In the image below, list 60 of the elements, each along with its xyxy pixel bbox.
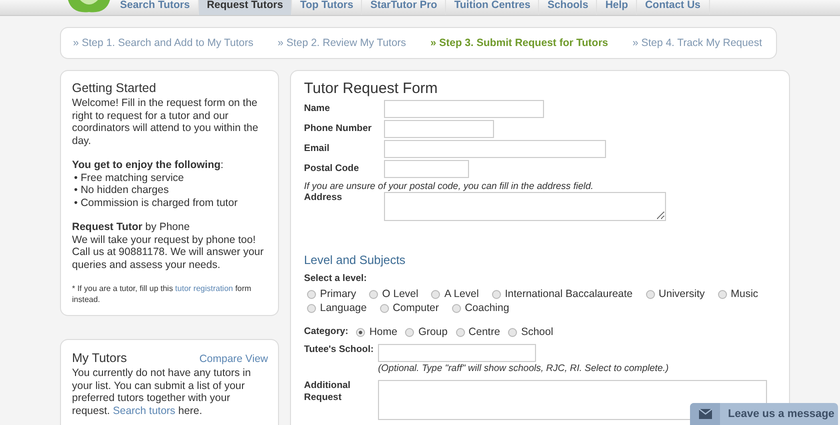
address-field[interactable] xyxy=(384,192,666,221)
category-option[interactable]: Group xyxy=(405,326,448,338)
category-label: Category: xyxy=(304,326,348,338)
school-hint: (Optional. Type "raff" will show schools, RJC, RI. Select to complete.) xyxy=(378,363,669,374)
nav-tab[interactable]: Request Tutors xyxy=(198,0,292,15)
nav-tab[interactable]: Tuition Centres xyxy=(446,0,540,15)
nav-tab[interactable]: StarTutor Pro xyxy=(362,0,446,15)
level-option[interactable]: Music xyxy=(718,288,758,300)
leave-message-button[interactable]: Leave us a message xyxy=(690,403,838,425)
step-link[interactable]: » Step 2. Review My Tutors xyxy=(278,37,406,49)
compare-view-link[interactable]: Compare View xyxy=(199,353,268,365)
input-field[interactable] xyxy=(384,100,544,118)
benefit-item: • No hidden charges xyxy=(74,184,170,196)
phone-text: We will take your request by phone too! Call us at 90881178. We will answer your queries and assess your needs. xyxy=(72,234,265,271)
input-field[interactable] xyxy=(384,120,494,138)
logo-icon[interactable] xyxy=(66,0,112,14)
intro-text: Welcome! Fill in the request form on the right to request for a tutor and our coordinators will attend to you within the day. xyxy=(72,97,260,147)
level-option[interactable]: University xyxy=(646,288,705,300)
field-label: Phone Number xyxy=(304,123,373,135)
form-title: Tutor Request Form xyxy=(304,80,439,97)
nav-tab[interactable]: Contact Us xyxy=(637,0,710,15)
nav-tab[interactable]: Help xyxy=(597,0,638,15)
my-tutors-text: You currently do not have any tutors in your list. You can submit a list of your preferred tutors together with your request. Search tutors here. xyxy=(72,367,252,417)
benefits-heading: You get to enjoy the following: xyxy=(72,159,224,172)
level-option[interactable]: Computer xyxy=(380,302,439,314)
level-option[interactable]: A Level xyxy=(431,288,479,300)
category-option[interactable]: Home xyxy=(356,326,398,338)
card-title: Getting Started xyxy=(72,81,158,95)
level-option[interactable]: Language xyxy=(307,302,367,314)
input-field[interactable] xyxy=(384,140,606,158)
postal-hint: If you are unsure of your postal code, you can fill in the address field. xyxy=(304,181,594,192)
field-label: Tutee's School: xyxy=(304,344,375,356)
level-option[interactable]: International Baccalaureate xyxy=(492,288,633,300)
envelope-icon xyxy=(698,409,712,419)
category-option[interactable]: School xyxy=(508,326,554,338)
school-field[interactable] xyxy=(378,344,536,362)
level-option[interactable]: O Level xyxy=(369,288,418,300)
nav-tab[interactable]: Top Tutors xyxy=(292,0,362,15)
benefit-item: • Free matching service xyxy=(74,172,185,184)
level-option[interactable]: Coaching xyxy=(452,302,510,314)
category-option[interactable]: Centre xyxy=(456,326,500,338)
search-tutors-link[interactable]: Search tutors xyxy=(112,404,176,416)
phone-heading: Request Tutor by Phone xyxy=(72,221,191,234)
field-label: Email xyxy=(304,143,330,155)
tutor-note: * If you are a tutor, fill up this tutor registration form instead. xyxy=(72,283,252,305)
card-title: My Tutors xyxy=(72,351,127,365)
input-field[interactable] xyxy=(384,160,469,178)
field-label: Address xyxy=(304,192,344,204)
level-label: Select a level: xyxy=(304,273,368,285)
section-title: Level and Subjects xyxy=(304,253,406,267)
tutor-registration-link[interactable]: tutor registration xyxy=(175,284,233,293)
field-label: Additional Request xyxy=(304,380,352,404)
benefit-item: • Commission is charged from tutor xyxy=(74,196,239,209)
step-link[interactable]: » Step 3. Submit Request for Tutors xyxy=(430,37,608,49)
level-option[interactable]: Primary xyxy=(307,288,356,300)
field-label: Name xyxy=(304,103,331,115)
field-label: Postal Code xyxy=(304,163,360,175)
nav-tab[interactable]: Schools xyxy=(539,0,598,15)
step-link[interactable]: » Step 1. Search and Add to My Tutors xyxy=(73,37,254,49)
step-link[interactable]: » Step 4. Track My Request xyxy=(632,37,762,49)
